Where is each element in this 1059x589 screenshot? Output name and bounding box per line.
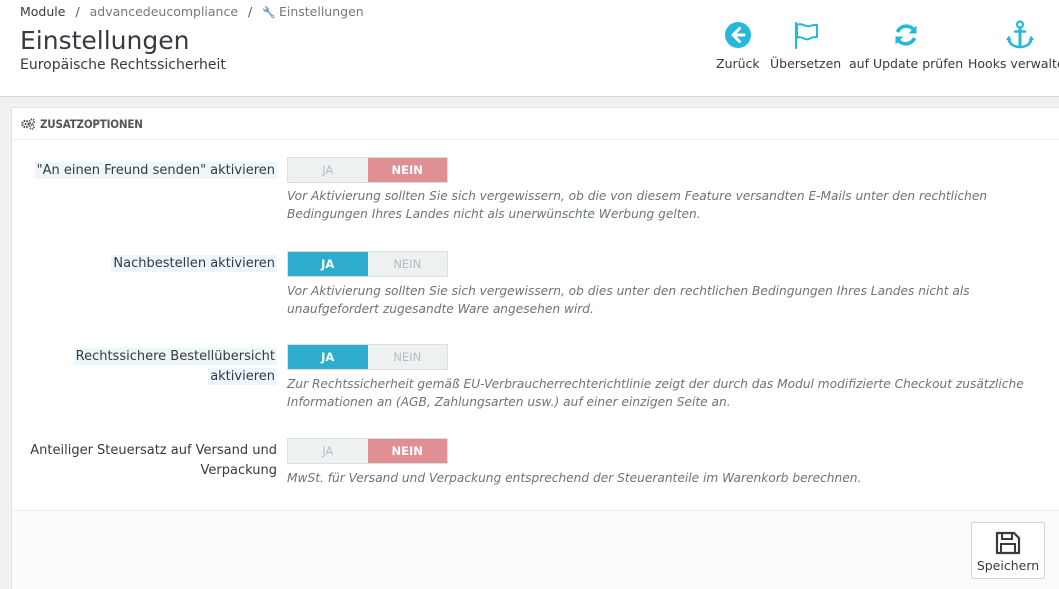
switch-yes[interactable]: JA	[288, 439, 368, 463]
proportional-tax-switch[interactable]: JA NEIN	[287, 438, 448, 464]
breadcrumb-module[interactable]: Module	[20, 4, 65, 19]
option-label-line2: Verpackung	[200, 463, 277, 478]
option-help: Zur Rechtssicherheit gemäß EU-Verbrauche…	[287, 377, 1024, 409]
breadcrumb-separator: /	[248, 4, 253, 19]
switch-no[interactable]: NEIN	[367, 439, 447, 463]
back-label: Zurück	[716, 56, 760, 71]
manage-hooks-label: Hooks verwalten	[968, 56, 1059, 71]
breadcrumb: Module / advancedeucompliance / 🔧 Einstel…	[20, 4, 364, 19]
manage-hooks-button[interactable]: Hooks verwalten	[968, 18, 1059, 71]
option-label-line1: Anteiliger Steuersatz auf Versand und	[30, 443, 277, 458]
page-subtitle: Europäische Rechtssicherheit	[20, 57, 226, 73]
option-label-line2: aktivieren	[208, 368, 277, 385]
option-label: "An einen Freund senden" aktivieren	[34, 161, 277, 181]
page-title: Einstellungen	[20, 26, 190, 55]
back-button[interactable]: Zurück	[716, 18, 760, 71]
floppy-disk-icon	[972, 531, 1044, 555]
save-label: Speichern	[976, 558, 1040, 573]
option-help: Vor Aktivierung sollten Sie sich vergewi…	[287, 284, 970, 316]
option-label-text: "An einen Freund senden" aktivieren	[34, 162, 277, 179]
gears-icon	[21, 117, 36, 130]
translate-button[interactable]: Übersetzen	[770, 18, 841, 71]
check-update-button[interactable]: auf Update prüfen	[849, 18, 963, 71]
check-update-label: auf Update prüfen	[849, 56, 964, 71]
option-help: MwSt. für Versand und Verpackung entspre…	[287, 471, 862, 485]
switch-yes[interactable]: JA	[288, 252, 368, 276]
settings-panel: ZUSATZOPTIONEN "An einen Freund senden" …	[11, 107, 1059, 589]
breadcrumb-module-name[interactable]: advancedeucompliance	[90, 4, 238, 19]
breadcrumb-current: Einstellungen	[278, 4, 364, 19]
switch-no[interactable]: NEIN	[368, 345, 448, 369]
option-label-line1: Rechtssichere Bestellübersicht	[73, 348, 277, 365]
option-label: Anteiliger Steuersatz auf Versand und Ve…	[30, 441, 277, 481]
refresh-icon	[849, 18, 963, 52]
anchor-icon	[968, 18, 1059, 52]
translate-label: Übersetzen	[770, 56, 842, 71]
switch-yes[interactable]: JA	[288, 158, 368, 182]
legal-order-overview-switch[interactable]: JA NEIN	[287, 344, 448, 370]
breadcrumb-separator: /	[75, 4, 80, 19]
switch-no[interactable]: NEIN	[367, 158, 447, 182]
option-help: Vor Aktivierung sollten Sie sich vergewi…	[287, 189, 988, 221]
panel-title: ZUSATZOPTIONEN	[40, 116, 143, 131]
flag-icon	[770, 18, 841, 52]
panel-footer: Speichern	[12, 510, 1059, 589]
option-label-text: Nachbestellen aktivieren	[111, 255, 277, 272]
option-label: Rechtssichere Bestellübersicht aktiviere…	[73, 347, 277, 387]
save-button[interactable]: Speichern	[971, 522, 1045, 579]
option-label: Nachbestellen aktivieren	[111, 254, 277, 274]
reorder-switch[interactable]: JA NEIN	[287, 251, 448, 277]
page-header: Module / advancedeucompliance / 🔧 Einstel…	[0, 0, 1059, 97]
switch-yes[interactable]: JA	[288, 345, 368, 369]
send-to-friend-switch[interactable]: JA NEIN	[287, 157, 448, 183]
switch-no[interactable]: NEIN	[368, 252, 448, 276]
wrench-icon: 🔧	[262, 6, 276, 19]
panel-heading: ZUSATZOPTIONEN	[12, 108, 1059, 140]
arrow-left-circle-icon	[716, 18, 760, 52]
